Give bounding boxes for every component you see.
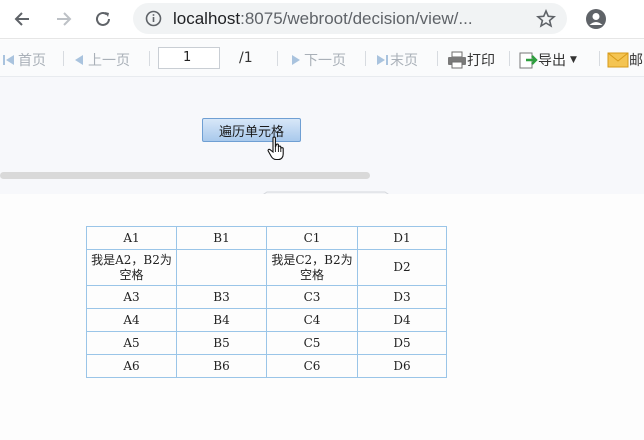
divider (149, 51, 150, 66)
url-path: :8075/webroot/decision/view/... (240, 9, 473, 28)
next-page-label: 下一页 (304, 53, 346, 69)
star-icon[interactable] (534, 7, 558, 31)
table-cell: A5 (86, 331, 177, 355)
table-row: A5 B5 C5 D5 (86, 331, 447, 355)
url-text: localhost:8075/webroot/decision/view/... (173, 9, 473, 29)
first-page-icon (3, 55, 14, 65)
table-cell: D4 (357, 308, 447, 332)
browser-toolbar: localhost:8075/webroot/decision/view/... (0, 0, 644, 39)
table-cell: C5 (266, 331, 358, 355)
table-cell: C4 (266, 308, 358, 332)
divider (63, 51, 64, 66)
table-cell: B3 (176, 285, 267, 309)
table-row: A1 B1 C1 D1 (86, 226, 447, 250)
table-cell: A6 (86, 354, 177, 378)
mail-label: 邮 (629, 53, 643, 69)
table-cell: C1 (266, 226, 358, 250)
account-icon[interactable] (584, 7, 608, 31)
print-icon (448, 51, 466, 69)
table-row: 我是A2，B2为空格 我是C2，B2为空格 D2 (86, 249, 447, 286)
table-cell: D5 (357, 331, 447, 355)
table-cell: B1 (176, 226, 267, 250)
first-page-button[interactable]: 首页 (2, 50, 46, 70)
report-table: A1 B1 C1 D1 我是A2，B2为空格 我是C2，B2为空格 D2 A3 … (86, 226, 447, 378)
chevron-down-icon: ▼ (570, 55, 577, 65)
report-toolbar: 首页 上一页 1 /1 下一页 末页 打印 导出 ▼ 邮 (0, 40, 644, 77)
url-host: localhost (173, 9, 241, 28)
table-row: A4 B4 C4 D4 (86, 308, 447, 332)
print-label: 打印 (467, 53, 495, 69)
forward-icon[interactable] (52, 7, 76, 31)
last-page-button[interactable]: 末页 (374, 50, 418, 70)
export-button[interactable]: 导出 ▼ (518, 50, 577, 70)
last-page-icon (377, 55, 388, 65)
next-page-button[interactable]: 下一页 (288, 50, 346, 70)
divider (599, 51, 600, 66)
table-cell: B4 (176, 308, 267, 332)
table-cell: C3 (266, 285, 358, 309)
table-cell: D3 (357, 285, 447, 309)
horizontal-scrollbar[interactable] (0, 172, 370, 179)
table-cell: 我是C2，B2为空格 (266, 249, 358, 286)
info-icon[interactable] (145, 10, 162, 31)
prev-page-icon (75, 55, 83, 65)
table-row: A6 B6 C6 D6 (86, 354, 447, 378)
mail-icon (607, 52, 629, 68)
mail-button[interactable]: 邮 (607, 50, 643, 70)
next-page-icon (292, 55, 300, 65)
table-row: A3 B3 C3 D3 (86, 285, 447, 309)
export-icon (519, 52, 538, 69)
divider (509, 51, 510, 66)
first-page-label: 首页 (18, 53, 46, 69)
back-icon[interactable] (10, 7, 34, 31)
cursor-hand-icon (267, 136, 289, 166)
prev-page-label: 上一页 (88, 53, 130, 69)
divider (277, 51, 278, 66)
page-number-input[interactable]: 1 (158, 47, 220, 69)
table-cell: B6 (176, 354, 267, 378)
export-label: 导出 (538, 53, 566, 69)
print-button[interactable]: 打印 (447, 50, 495, 70)
divider (365, 51, 366, 66)
total-pages: /1 (239, 50, 253, 66)
divider (437, 51, 438, 66)
table-cell: A3 (86, 285, 177, 309)
address-bar[interactable]: localhost:8075/webroot/decision/view/... (133, 3, 567, 34)
table-cell: D1 (357, 226, 447, 250)
prev-page-button[interactable]: 上一页 (72, 50, 130, 70)
reload-icon[interactable] (91, 7, 115, 31)
table-cell: A4 (86, 308, 177, 332)
total-pages-label: /1 (239, 50, 253, 66)
table-cell: A1 (86, 226, 177, 250)
table-cell: D2 (357, 249, 447, 286)
table-cell (176, 249, 267, 286)
table-cell: 我是A2，B2为空格 (86, 249, 177, 286)
last-page-label: 末页 (390, 53, 418, 69)
table-cell: B5 (176, 331, 267, 355)
table-cell: C6 (266, 354, 358, 378)
table-cell: D6 (357, 354, 447, 378)
collapse-toggle[interactable] (254, 185, 398, 201)
